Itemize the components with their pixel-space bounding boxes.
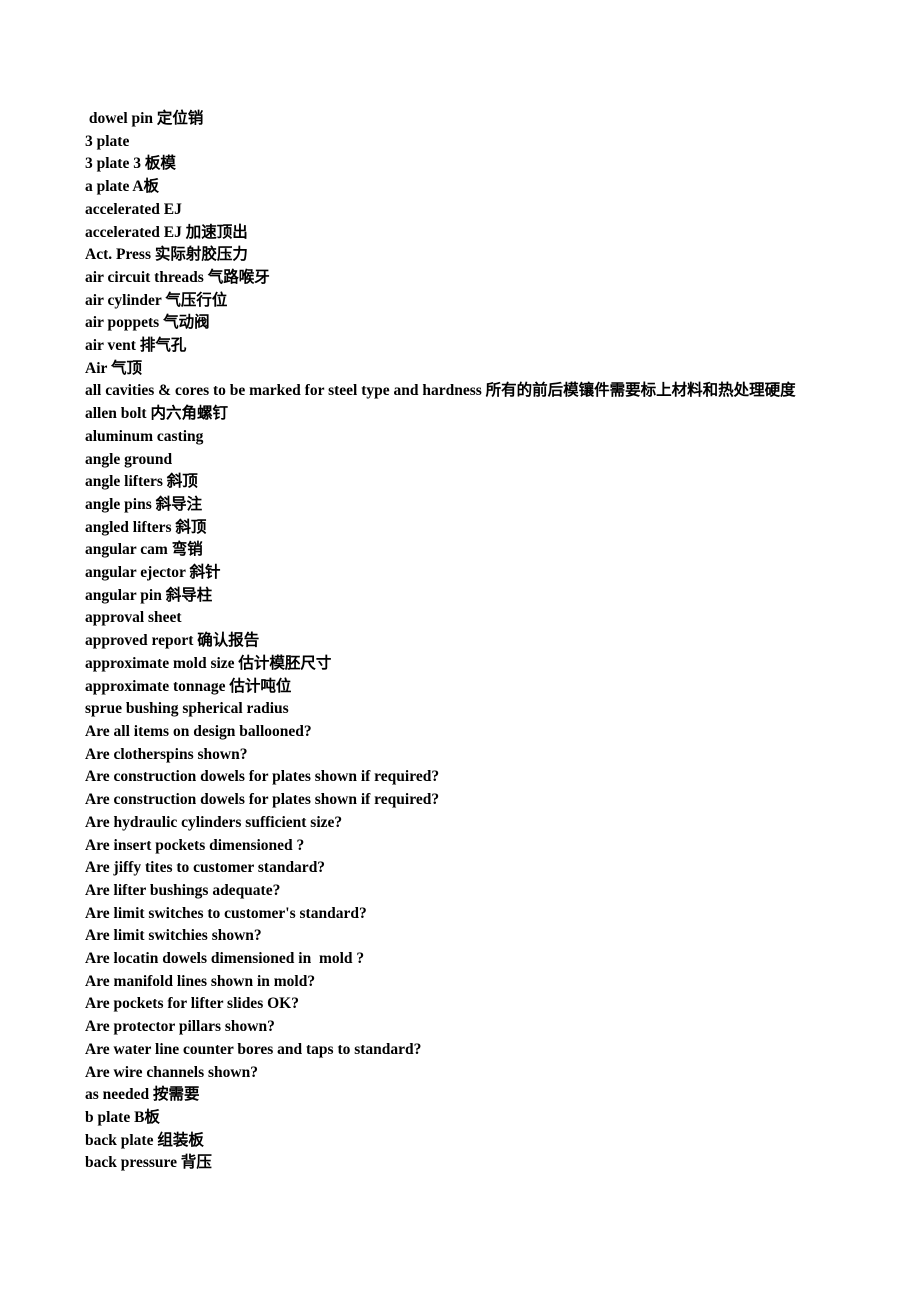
glossary-line: angle pins 斜导注	[85, 495, 203, 513]
glossary-line: b plate B板	[85, 1108, 160, 1126]
glossary-line: accelerated EJ 加速顶出	[85, 223, 248, 241]
glossary-line: angle ground	[85, 450, 173, 468]
glossary-line: approved report 确认报告	[85, 632, 260, 650]
glossary-line: Air 气顶	[85, 359, 142, 377]
glossary-line: air circuit threads 气路喉牙	[85, 268, 270, 286]
glossary-line: Are limit switchies shown?	[85, 927, 262, 945]
glossary-line: dowel pin 定位销	[85, 110, 204, 127]
glossary-line: Act. Press 实际射胶压力	[85, 246, 248, 264]
glossary-line: Are jiffy tites to customer standard?	[85, 859, 326, 877]
glossary-line: approval sheet	[85, 609, 182, 627]
glossary-line: Are insert pockets dimensioned ?	[85, 836, 305, 854]
glossary-line: air poppets 气动阀	[85, 314, 210, 332]
glossary-line: angled lifters 斜顶	[85, 518, 207, 536]
glossary-line: as needed 按需要	[85, 1086, 200, 1104]
glossary-line: aluminum casting	[85, 427, 204, 445]
glossary-line: angular ejector 斜针	[85, 564, 221, 582]
glossary-line: a plate A板	[85, 178, 160, 196]
glossary-line: 3 plate	[85, 132, 130, 150]
glossary-line: Are lifter bushings adequate?	[85, 881, 281, 899]
glossary-line: angular cam 弯销	[85, 541, 203, 559]
glossary-line: allen bolt 内六角螺钉	[85, 405, 228, 423]
glossary-line: Are all items on design ballooned?	[85, 722, 312, 740]
glossary-line: Are water line counter bores and taps to…	[85, 1040, 422, 1058]
glossary-line: Are pockets for lifter slides OK?	[85, 995, 299, 1013]
glossary-line: back plate 组装板	[85, 1131, 204, 1149]
glossary-line: Are limit switches to customer's standar…	[85, 904, 367, 922]
glossary-line: air cylinder 气压行位	[85, 291, 228, 309]
glossary-line: accelerated EJ	[85, 200, 182, 218]
glossary-line: Are locatin dowels dimensioned in mold ?	[85, 950, 365, 968]
glossary-line: approximate mold size 估计模胚尺寸	[85, 654, 332, 672]
glossary-line: Are manifold lines shown in mold?	[85, 972, 316, 990]
glossary-line: Are construction dowels for plates shown…	[85, 791, 440, 809]
glossary-line: sprue bushing spherical radius	[85, 700, 289, 718]
glossary-line: Are wire channels shown?	[85, 1063, 258, 1081]
glossary-line: angle lifters 斜顶	[85, 473, 198, 491]
glossary-list: dowel pin 定位销 3 plate 3 plate 3 板模 a plate …	[85, 108, 875, 1175]
glossary-line: Are construction dowels for plates shown…	[85, 768, 440, 786]
document-page: dowel pin 定位销 3 plate 3 plate 3 板模 a plate …	[0, 0, 920, 1301]
glossary-line: air vent 排气孔	[85, 337, 187, 355]
glossary-line: approximate tonnage 估计吨位	[85, 677, 292, 695]
glossary-line: Are protector pillars shown?	[85, 1018, 275, 1036]
glossary-line: 3 plate 3 板模	[85, 155, 176, 173]
glossary-line: back pressure 背压	[85, 1154, 212, 1172]
glossary-line: Are clotherspins shown?	[85, 745, 248, 763]
glossary-line: Are hydraulic cylinders sufficient size?	[85, 813, 343, 831]
glossary-line: angular pin 斜导柱	[85, 586, 213, 604]
glossary-line: all cavities & cores to be marked for st…	[85, 382, 796, 400]
